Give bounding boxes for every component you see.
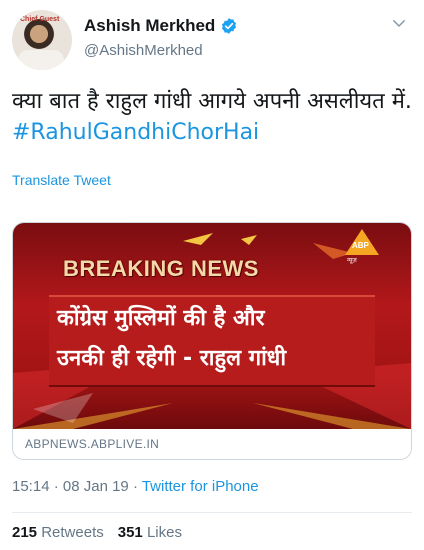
card-image: ABP न्यूज़ BREAKING NEWS कोंग्रेस मुस्लि… [13, 223, 411, 429]
card-domain: ABPNEWS.ABPLIVE.IN [25, 437, 160, 451]
logo-subtext: न्यूज़ [347, 257, 357, 264]
card-headline: कोंग्रेस मुस्लिमों की है और उनकी ही रहेग… [57, 299, 377, 379]
author-avatar[interactable]: Chief Guest [12, 10, 72, 70]
meta-separator: · [49, 478, 63, 495]
abp-news-logo: ABP न्यूज़ [345, 229, 379, 264]
chevron-down-icon[interactable] [390, 14, 408, 32]
logo-text: ABP [352, 241, 369, 250]
tweet-stats: 215 Retweets 351 Likes [12, 524, 182, 541]
tweet-header: Chief Guest Ashish Merkhed @AshishMerkhe… [12, 10, 412, 72]
translate-tweet-link[interactable]: Translate Tweet [12, 172, 111, 188]
tweet-body-text: क्या बात है राहुल गांधी आगये अपनी असलीयत… [12, 89, 412, 114]
hashtag-link[interactable]: #RahulGandhiChorHai [12, 120, 259, 145]
divider [12, 512, 412, 513]
avatar-figure [18, 50, 64, 70]
author-display-name[interactable]: Ashish Merkhed [84, 16, 215, 36]
link-card[interactable]: ABP न्यूज़ BREAKING NEWS कोंग्रेस मुस्लि… [12, 222, 412, 460]
name-row: Ashish Merkhed [84, 16, 238, 36]
meta-separator-2: · [128, 478, 142, 495]
tweet-text: क्या बात है राहुल गांधी आगये अपनी असलीयत… [12, 86, 412, 148]
retweets-label: Retweets [41, 524, 104, 541]
tweet-date[interactable]: 08 Jan 19 [63, 478, 129, 495]
tweet-time[interactable]: 15:14 [12, 478, 50, 495]
likes-count: 351 [117, 524, 143, 541]
avatar-caption: Chief Guest [20, 16, 60, 23]
author-handle[interactable]: @AshishMerkhed [84, 42, 203, 59]
verified-badge-icon [222, 18, 237, 34]
likes-label: Likes [146, 524, 182, 541]
breaking-news-label: BREAKING NEWS [63, 256, 259, 281]
headline-line-1: कोंग्रेस मुस्लिमों की है और [57, 306, 265, 331]
tweet-meta: 15:14 · 08 Jan 19 · Twitter for iPhone [12, 478, 259, 495]
tweet-source-link[interactable]: Twitter for iPhone [142, 478, 259, 495]
retweets-stat[interactable]: 215 Retweets [12, 524, 104, 541]
headline-line-2: उनकी ही रहेगी - राहुल गांधी [57, 346, 287, 371]
retweets-count: 215 [12, 524, 38, 541]
card-footer: ABPNEWS.ABPLIVE.IN [13, 429, 411, 459]
likes-stat[interactable]: 351 Likes [118, 524, 182, 541]
